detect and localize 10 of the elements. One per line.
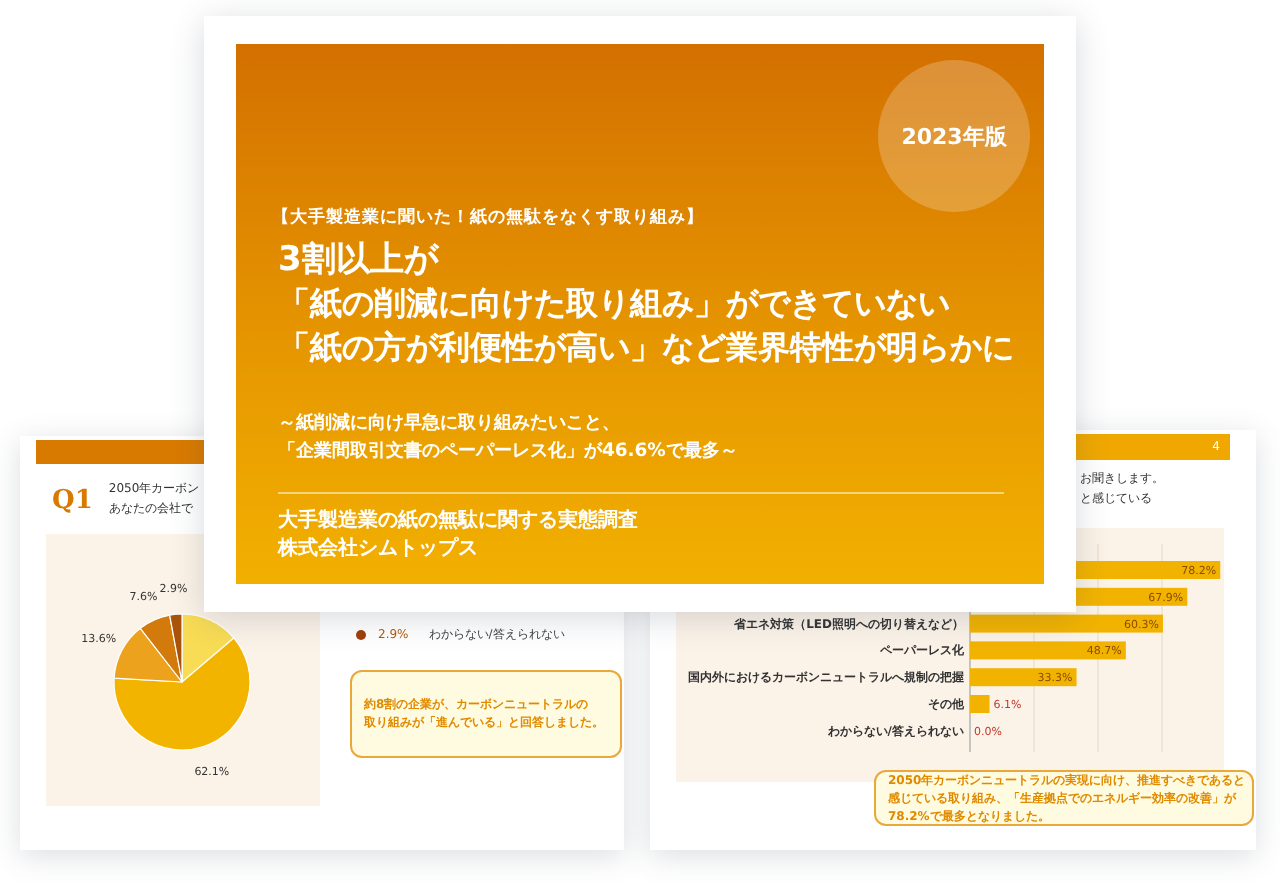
- company-name: 株式会社シムトップス: [278, 536, 480, 564]
- edition-badge: 2023年版: [878, 60, 1030, 212]
- cover-headline: 「紙の削減に向けた取り組み」ができていない: [278, 282, 952, 326]
- cover-subheadline: ～紙削減に向け早急に取り組みたいこと、: [278, 410, 622, 438]
- cover-kicker: 【大手製造業に聞いた！紙の無駄をなくす取り組み】: [272, 206, 706, 230]
- cover-headline: 「紙の方が利便性が高い」など業界特性が明らかに: [278, 326, 1016, 370]
- cover-headline: 3割以上が: [278, 238, 441, 282]
- question-number: Q1: [52, 485, 93, 515]
- survey-title: 大手製造業の紙の無駄に関する実態調査: [278, 508, 640, 536]
- cover-subheadline: 「企業間取引文書のペーパーレス化」が46.6%で最多～: [278, 438, 740, 466]
